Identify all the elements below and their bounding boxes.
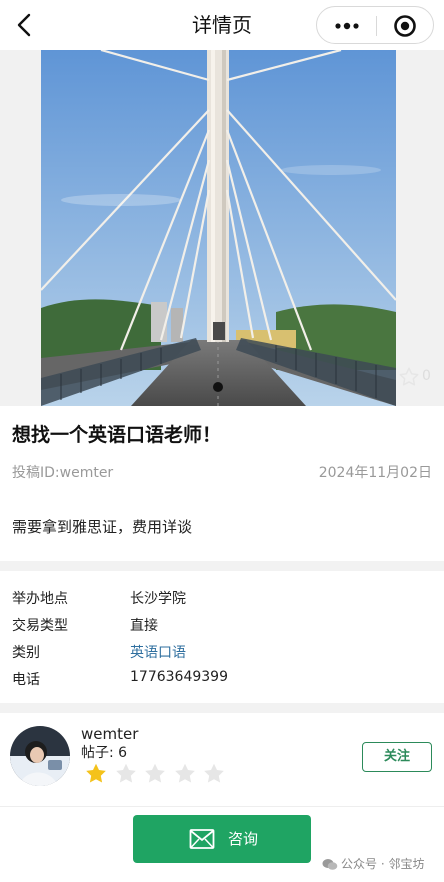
mail-icon — [189, 829, 215, 849]
detail-label-category: 类别 — [12, 645, 40, 661]
follow-button[interactable]: 关注 — [362, 742, 432, 772]
wechat-icon — [322, 859, 338, 870]
poster-id: 投稿ID:wemter — [12, 465, 114, 481]
post-description: 需要拿到雅思证，费用详谈 — [12, 518, 193, 536]
carousel-indicator-dot — [213, 382, 223, 392]
star-empty-icon — [204, 763, 224, 783]
more-options-icon[interactable] — [331, 15, 363, 37]
favorite-button[interactable]: 0 — [398, 366, 444, 390]
detail-label-trade-type: 交易类型 — [12, 618, 68, 634]
consult-button[interactable]: 咨询 — [133, 815, 311, 863]
author-avatar[interactable] — [10, 726, 70, 786]
detail-value-category-link[interactable]: 英语口语 — [130, 642, 186, 662]
image-carousel[interactable] — [0, 50, 444, 406]
star-outline-icon — [399, 367, 419, 386]
favorite-count: 0 — [422, 368, 431, 384]
capsule-divider — [376, 16, 377, 36]
section-divider — [0, 703, 444, 713]
post-title: 想找一个英语口语老师！ — [12, 424, 222, 446]
author-post-count: 帖子: 6 — [81, 745, 128, 761]
detail-label-location: 举办地点 — [12, 591, 68, 607]
star-empty-icon — [115, 763, 136, 783]
detail-value-trade-type: 直接 — [130, 618, 158, 634]
close-program-icon[interactable] — [393, 14, 417, 38]
navigation-bar: 详情页 — [0, 0, 444, 50]
detail-label-phone: 电话 — [12, 672, 40, 688]
consult-label: 咨询 — [228, 830, 259, 848]
author-name: wemter — [81, 725, 139, 743]
star-empty-icon — [174, 763, 195, 783]
mini-program-capsule — [316, 6, 434, 44]
post-date: 2024年11月02日 — [318, 465, 432, 481]
detail-value-phone[interactable]: 17763649399 — [130, 669, 228, 685]
detail-value-location: 长沙学院 — [130, 591, 186, 607]
bridge-photo — [41, 50, 396, 406]
watermark-text: 公众号 · 邻宝坊 — [341, 857, 425, 871]
section-divider — [0, 561, 444, 571]
star-filled-icon — [86, 763, 106, 783]
star-empty-icon — [145, 763, 165, 783]
watermark: 公众号 · 邻宝坊 — [322, 855, 424, 872]
